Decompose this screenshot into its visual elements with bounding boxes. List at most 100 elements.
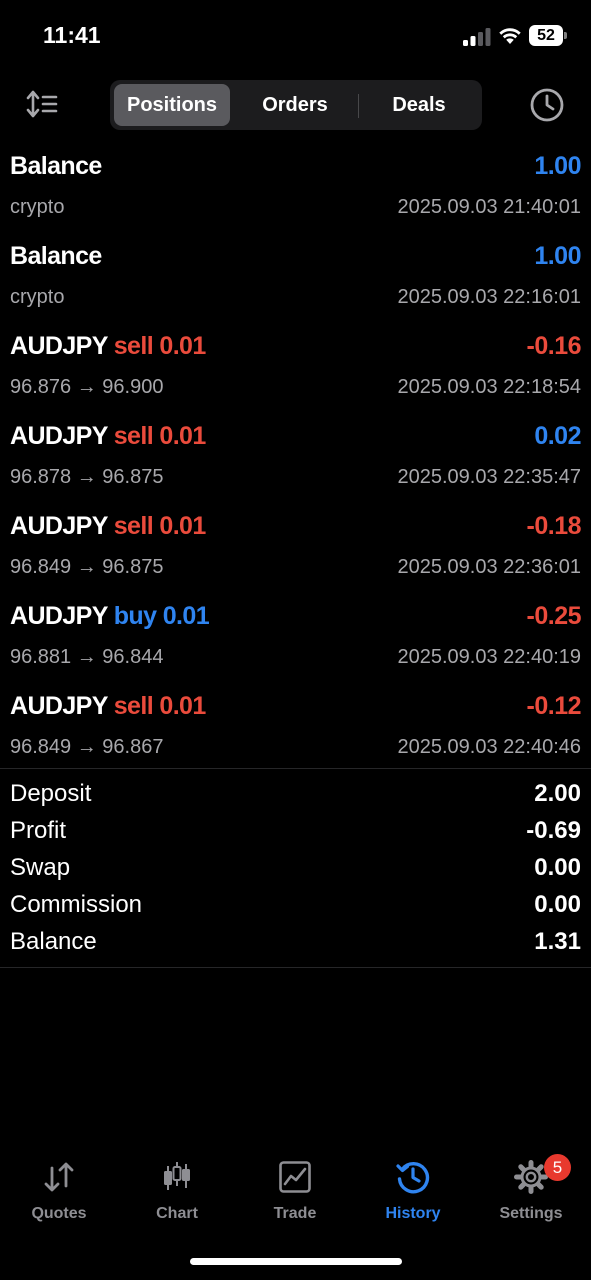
- cellular-signal-icon: [463, 28, 491, 46]
- deal-time: 2025.09.03 22:36:01: [397, 556, 581, 578]
- summary-divider: [0, 768, 591, 769]
- wifi-icon: [499, 28, 521, 44]
- summary-value: 0.00: [534, 854, 581, 881]
- deal-volume: 0.01: [159, 512, 206, 540]
- deal-profit: 1.00: [534, 152, 581, 180]
- history-segmented-control: Positions Orders Deals: [110, 80, 482, 130]
- deal-row[interactable]: AUDJPY buy 0.01 -0.25 96.881 → 96.844 20…: [0, 596, 591, 686]
- deal-time: 2025.09.03 22:18:54: [397, 376, 581, 398]
- history-header: Positions Orders Deals: [0, 76, 591, 134]
- deal-symbol-name: AUDJPY: [10, 602, 108, 630]
- summary-bottom-divider: [0, 967, 591, 968]
- deal-symbol: Balance: [10, 242, 102, 271]
- tab-quotes[interactable]: Quotes: [0, 1146, 118, 1230]
- gear-icon: [514, 1160, 548, 1194]
- sort-icon[interactable]: [22, 86, 64, 122]
- deal-symbol: AUDJPY sell 0.01: [10, 512, 206, 541]
- deal-row[interactable]: Balance 1.00 crypto 2025.09.03 21:40:01: [0, 146, 591, 236]
- deal-symbol-name: AUDJPY: [10, 512, 108, 540]
- home-indicator[interactable]: [190, 1258, 402, 1265]
- summary-value: -0.69: [526, 817, 581, 844]
- deal-symbol-name: AUDJPY: [10, 692, 108, 720]
- summary-label: Deposit: [10, 780, 92, 807]
- tab-deals[interactable]: Deals: [360, 84, 478, 126]
- deal-symbol: AUDJPY sell 0.01: [10, 692, 206, 721]
- deal-symbol: AUDJPY sell 0.01: [10, 422, 206, 451]
- deal-prices: 96.849 → 96.875: [10, 556, 164, 578]
- deal-symbol-name: AUDJPY: [10, 332, 108, 360]
- tab-positions[interactable]: Positions: [114, 84, 230, 126]
- deal-symbol: AUDJPY buy 0.01: [10, 602, 210, 631]
- tab-label: Quotes: [31, 1205, 87, 1222]
- deal-profit: -0.18: [526, 512, 582, 540]
- deal-profit: -0.16: [526, 332, 582, 360]
- deal-side: sell: [113, 512, 154, 540]
- settings-notification-badge: 5: [544, 1154, 571, 1181]
- deal-time: 2025.09.03 22:35:47: [397, 466, 581, 488]
- deal-prices: 96.849 → 96.867: [10, 736, 164, 758]
- deal-profit: -0.25: [526, 602, 582, 630]
- summary-value: 0.00: [534, 891, 581, 918]
- deal-volume: 0.01: [162, 602, 210, 630]
- deal-side: buy: [113, 602, 157, 630]
- bottom-tab-bar: Quotes Chart Trade History Settings: [0, 1146, 591, 1236]
- tab-trade[interactable]: Trade: [236, 1146, 354, 1230]
- deal-symbol: Balance: [10, 152, 102, 181]
- summary-label: Profit: [10, 817, 67, 844]
- tab-orders[interactable]: Orders: [234, 84, 356, 126]
- summary-row-commission: Commission 0.00: [0, 891, 591, 928]
- deal-prices: 96.876 → 96.900: [10, 376, 164, 398]
- tab-label: Trade: [273, 1205, 317, 1222]
- deal-prices: 96.881 → 96.844: [10, 646, 164, 668]
- summary-label: Commission: [10, 891, 143, 918]
- deal-side: sell: [113, 692, 154, 720]
- summary-label: Swap: [10, 854, 71, 881]
- history-clock-icon: [396, 1162, 430, 1194]
- summary-row-deposit: Deposit 2.00: [0, 780, 591, 817]
- battery-level: 52: [537, 27, 555, 44]
- deal-comment: crypto: [10, 196, 65, 218]
- deal-side: sell: [113, 332, 154, 360]
- candlestick-icon: [164, 1162, 190, 1190]
- quotes-arrows-icon: [44, 1162, 74, 1192]
- deal-time: 2025.09.03 21:40:01: [397, 196, 581, 218]
- deal-comment: crypto: [10, 286, 65, 308]
- tab-settings[interactable]: Settings: [472, 1146, 590, 1230]
- deal-profit: 1.00: [534, 242, 581, 270]
- tab-chart[interactable]: Chart: [118, 1146, 236, 1230]
- deal-time: 2025.09.03 22:40:46: [397, 736, 581, 758]
- deal-volume: 0.01: [159, 422, 206, 450]
- status-time: 11:41: [43, 22, 101, 48]
- deal-row[interactable]: AUDJPY sell 0.01 0.02 96.878 → 96.875 20…: [0, 416, 591, 506]
- summary-row-profit: Profit -0.69: [0, 817, 591, 854]
- deal-row[interactable]: Balance 1.00 crypto 2025.09.03 22:16:01: [0, 236, 591, 326]
- trade-chart-icon: [279, 1161, 311, 1193]
- deal-time: 2025.09.03 22:40:19: [397, 646, 581, 668]
- deal-row[interactable]: AUDJPY sell 0.01 -0.16 96.876 → 96.900 2…: [0, 326, 591, 416]
- deal-symbol-name: AUDJPY: [10, 422, 108, 450]
- deal-profit: -0.12: [526, 692, 582, 720]
- deal-profit: 0.02: [534, 422, 581, 450]
- battery-icon: 52: [529, 25, 567, 46]
- tab-label: Chart: [156, 1205, 198, 1222]
- deal-side: sell: [113, 422, 154, 450]
- tab-history[interactable]: History: [354, 1146, 472, 1230]
- summary-row-balance: Balance 1.31: [0, 928, 591, 965]
- tab-label: History: [385, 1205, 441, 1222]
- deal-row[interactable]: AUDJPY sell 0.01 -0.12 96.849 → 96.867 2…: [0, 686, 591, 776]
- deal-row[interactable]: AUDJPY sell 0.01 -0.18 96.849 → 96.875 2…: [0, 506, 591, 596]
- summary-row-swap: Swap 0.00: [0, 854, 591, 891]
- status-bar: 11:41 52: [0, 0, 591, 72]
- segment-divider: [358, 94, 359, 118]
- tab-label: Settings: [499, 1205, 563, 1222]
- deal-symbol: AUDJPY sell 0.01: [10, 332, 206, 361]
- deal-time: 2025.09.03 22:16:01: [397, 286, 581, 308]
- summary-label: Balance: [10, 928, 97, 955]
- deal-volume: 0.01: [159, 332, 206, 360]
- summary-value: 2.00: [534, 780, 581, 807]
- deal-prices: 96.878 → 96.875: [10, 466, 164, 488]
- deal-type: Balance: [10, 152, 102, 180]
- deal-volume: 0.01: [159, 692, 206, 720]
- period-clock-icon[interactable]: [528, 86, 566, 124]
- summary-value: 1.31: [534, 928, 581, 955]
